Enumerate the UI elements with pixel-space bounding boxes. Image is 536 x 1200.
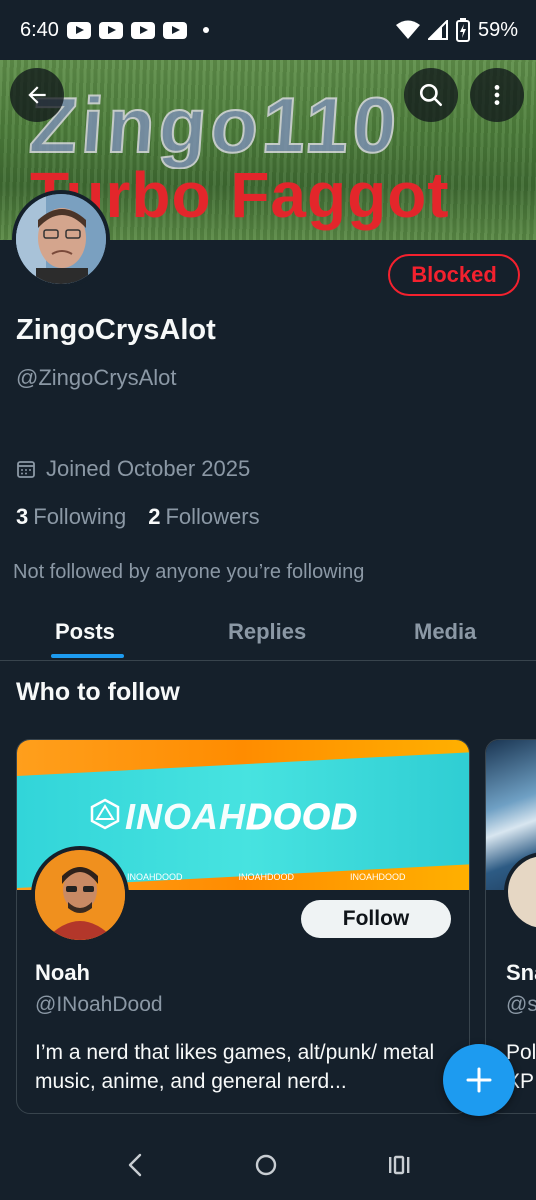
profile-screen: 6:40 59% Zingo110 Turbo Faggot Blocked Z… (0, 0, 536, 1200)
profile-handle: @ZingoCrysAlot (16, 365, 177, 390)
more-options-button[interactable] (470, 68, 524, 122)
battery-percent: 59% (477, 18, 518, 41)
avatar-illustration-icon (35, 850, 125, 940)
suggestion-handle: @INoahDood (35, 993, 163, 1016)
search-icon (419, 83, 443, 107)
battery-saver-icon (455, 18, 470, 42)
more-notifications-dot-icon (202, 27, 209, 33)
status-time: 6:40 (20, 18, 59, 41)
blocked-button[interactable]: Blocked (388, 254, 520, 296)
more-vertical-icon (494, 85, 500, 105)
wifi-icon (395, 20, 420, 39)
back-button[interactable] (10, 68, 64, 122)
joined-text: Joined October 2025 (46, 456, 251, 481)
tab-replies[interactable]: Replies (228, 603, 306, 661)
youtube-icon (130, 21, 155, 39)
followers-label: Followers (165, 504, 260, 529)
profile-tabs: Posts Replies Media (0, 603, 536, 661)
banner-social-label: INOAHDOOD (350, 872, 406, 882)
compose-fab-button[interactable] (443, 1044, 515, 1116)
plus-icon (466, 1067, 492, 1093)
follow-button[interactable]: Follow (301, 900, 451, 938)
youtube-icon (98, 21, 123, 39)
suggestion-card-noah[interactable]: INOAHDOOD INOAHDOOD INOAHDOOD INOAHDOOD … (16, 739, 470, 1114)
home-icon[interactable] (253, 1152, 279, 1178)
d20-dice-icon (90, 798, 120, 830)
suggestion-bio: I’m a nerd that likes games, alt/punk/ m… (35, 1041, 435, 1093)
status-bar-left: 6:40 (20, 19, 209, 42)
system-nav-bar (0, 1130, 536, 1200)
joined-date: Joined October 2025 (16, 456, 250, 482)
recents-icon[interactable] (386, 1152, 412, 1178)
profile-avatar[interactable] (12, 190, 110, 288)
search-button[interactable] (404, 68, 458, 122)
following-link[interactable]: 3 Following (16, 504, 126, 530)
who-to-follow-title: Who to follow (16, 678, 180, 706)
youtube-icon (162, 21, 187, 39)
back-arrow-icon (28, 86, 46, 104)
following-label: Following (33, 504, 127, 529)
following-count: 3 (16, 504, 29, 529)
status-bar: 6:40 59% (0, 0, 536, 60)
suggestion-name: Noah (35, 960, 90, 985)
youtube-icon (66, 21, 91, 39)
peek-name: Sna (506, 960, 536, 985)
banner-social-row: INOAHDOOD INOAHDOOD INOAHDOOD (127, 872, 406, 882)
brand-text-light: INOAH (125, 796, 246, 837)
followers-count: 2 (148, 504, 161, 529)
tab-posts[interactable]: Posts (55, 603, 115, 661)
brand-text-heavy: DOOD (246, 796, 358, 838)
follow-stats: 3 Following 2 Followers (16, 504, 260, 530)
peek-handle: @s (506, 993, 536, 1016)
tab-media[interactable]: Media (414, 603, 476, 661)
profile-display-name: ZingoCrysAlot (16, 314, 216, 346)
status-bar-right: 59% (395, 18, 518, 42)
banner-brand-text: INOAHDOOD (125, 796, 358, 838)
followers-link[interactable]: 2 Followers (148, 504, 259, 530)
banner-social-label: INOAHDOOD (238, 872, 295, 882)
active-tab-indicator (51, 654, 124, 658)
calendar-icon (17, 461, 35, 478)
signal-icon (427, 20, 448, 40)
back-icon[interactable] (124, 1152, 146, 1178)
not-followed-text: Not followed by anyone you’re following (13, 561, 365, 583)
suggestion-avatar[interactable] (31, 846, 129, 944)
banner-social-label: INOAHDOOD (127, 872, 183, 882)
avatar-face-icon (16, 194, 106, 284)
